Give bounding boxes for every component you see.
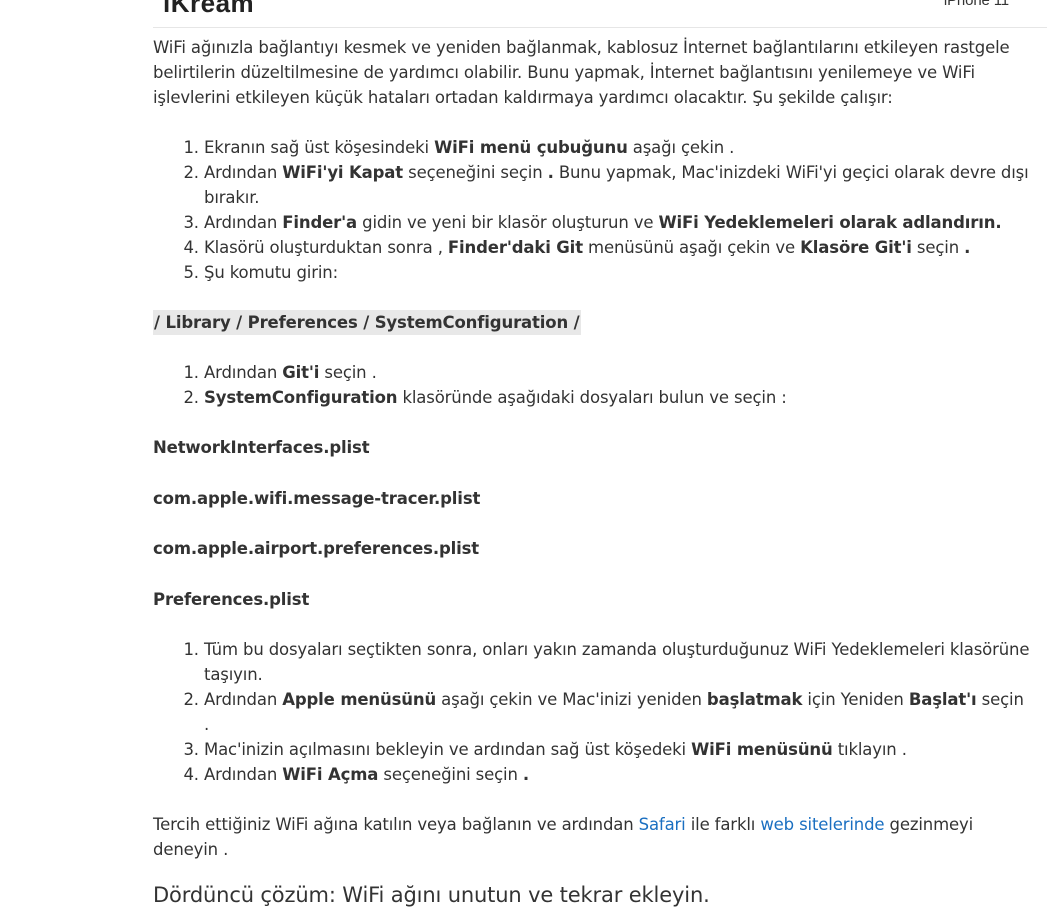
list-item: Ardından Finder'a gidin ve yeni bir klas… xyxy=(204,210,1033,235)
article-body: WiFi ağınızla bağlantıyı kesmek ve yenid… xyxy=(153,35,1033,908)
file-name: Preferences.plist xyxy=(153,589,310,609)
list-item: Mac'inizin açılmasını bekleyin ve ardınd… xyxy=(204,737,1033,762)
list-item: Şu komutu girin: xyxy=(204,260,1033,285)
list-item: Klasörü oluşturduktan sonra , Finder'dak… xyxy=(204,235,1033,260)
file-name: NetworkInterfaces.plist xyxy=(153,438,370,457)
websites-link[interactable]: web sitelerinde xyxy=(760,815,884,834)
list-item: Ardından Apple menüsünü aşağı çekin ve M… xyxy=(204,687,1033,737)
list-item: SystemConfiguration klasöründe aşağıdaki… xyxy=(204,385,1033,410)
site-logo[interactable]: iKream xyxy=(163,0,254,17)
list-item: Ardından WiFi'yi Kapat seçeneğini seçin … xyxy=(204,160,1033,210)
list-item: Ekranın sağ üst köşesindeki WiFi menü çu… xyxy=(204,135,1033,160)
closing-paragraph: Tercih ettiğiniz WiFi ağına katılın veya… xyxy=(153,815,974,859)
safari-link[interactable]: Safari xyxy=(639,815,686,834)
steps-list-3: Tüm bu dosyaları seçtikten sonra, onları… xyxy=(153,637,1033,787)
file-name: com.apple.airport.preferences.plist xyxy=(153,539,480,558)
folder-path-code: / Library / Preferences / SystemConfigur… xyxy=(153,310,581,335)
steps-list-1: Ekranın sağ üst köşesindeki WiFi menü çu… xyxy=(153,135,1033,285)
list-item: Ardından WiFi Açma seçeneğini seçin . xyxy=(204,762,1033,787)
section-heading: Dördüncü çözüm: WiFi ağını unutun ve tek… xyxy=(153,883,710,907)
list-item: Ardından Git'i seçin . xyxy=(204,360,1033,385)
file-name: com.apple.wifi.message-tracer.plist xyxy=(153,488,481,508)
steps-list-2: Ardından Git'i seçin . SystemConfigurati… xyxy=(153,360,1033,410)
nav-item-iphone-11[interactable]: iPhone 11 xyxy=(944,0,1009,10)
list-item: Tüm bu dosyaları seçtikten sonra, onları… xyxy=(204,637,1033,687)
site-header: iKream iPhone 11 xyxy=(153,0,1047,28)
intro-paragraph: WiFi ağınızla bağlantıyı kesmek ve yenid… xyxy=(153,38,1010,107)
